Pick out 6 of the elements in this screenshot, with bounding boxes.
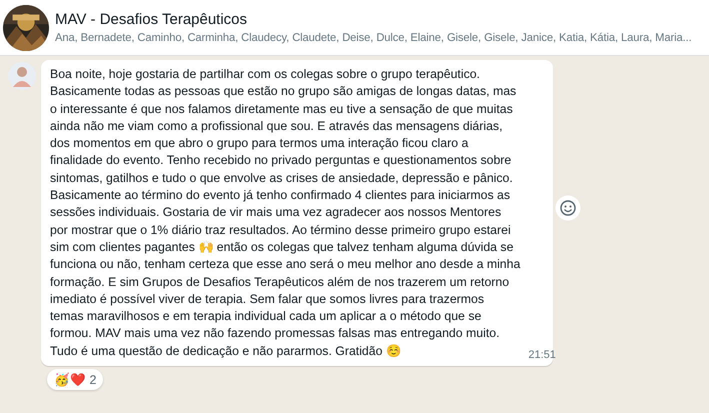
emoji-icon[interactable] [555, 195, 581, 221]
member-list: Ana, Bernadete, Caminho, Carminha, Claudecy, Claudete, Deise, Dulce, Elaine, Gisele, Gisele, Janice, Katia, Kátia, Laura, Maria... [55, 32, 692, 44]
reactions-pill[interactable]: 🥳❤ 2 [47, 369, 104, 390]
message-text: Boa noite, hoje gostaria de partilhar com os colegas sobre o grupo terapêutico. Basicamente todas as pessoas que estão no grupo são amigas de longas datas, mas o interessante é que nos falamos diretamente mas eu tive a sensação de que muitas ainda não me viam como a profissional que sou. E através das mensagens diárias, dos momentos em que abro o grupo para termos uma interação ficou claro a finalidade do evento. Tenho recebido no privado perguntas e questionamentos sobre sintomas, gatilhos e tudo o que envolve as crises de ansiedade, depressão e pânico. Basicamente ao término do evento já tenho confirmado 4 clientes para iniciarmos as sessões individuais. Gostaria de vir mais uma vez agradecer aos nossos Mentores por mostrar que o 1% diário traz resultados. Ao término desse primeiro grupo estarei sim com clientes pagantes 🙌 então os colegas que talvez tenham alguma dúvida se funciona ou não, tenham certeza que esse ano será o meu melhor ano desde a minha formação. E sim Grupos de Desafios Terapêuticos além de nos trazerem um retorno imediato é possível viver de terapia. Sem falar que somos livres para trazermos temas maravilhosos e em terapia individual cada um aplicar a o método que se formou. MAV mais uma vez não fazendo promessas falsas mas entregando muito. Tudo é uma questão de dedicação e não pararmos. Gratidão ☺ [50, 66, 520, 360]
group-title[interactable]: MAV - Desafios Terapêuticos [55, 11, 692, 28]
message-time: 21:51 [528, 349, 556, 362]
